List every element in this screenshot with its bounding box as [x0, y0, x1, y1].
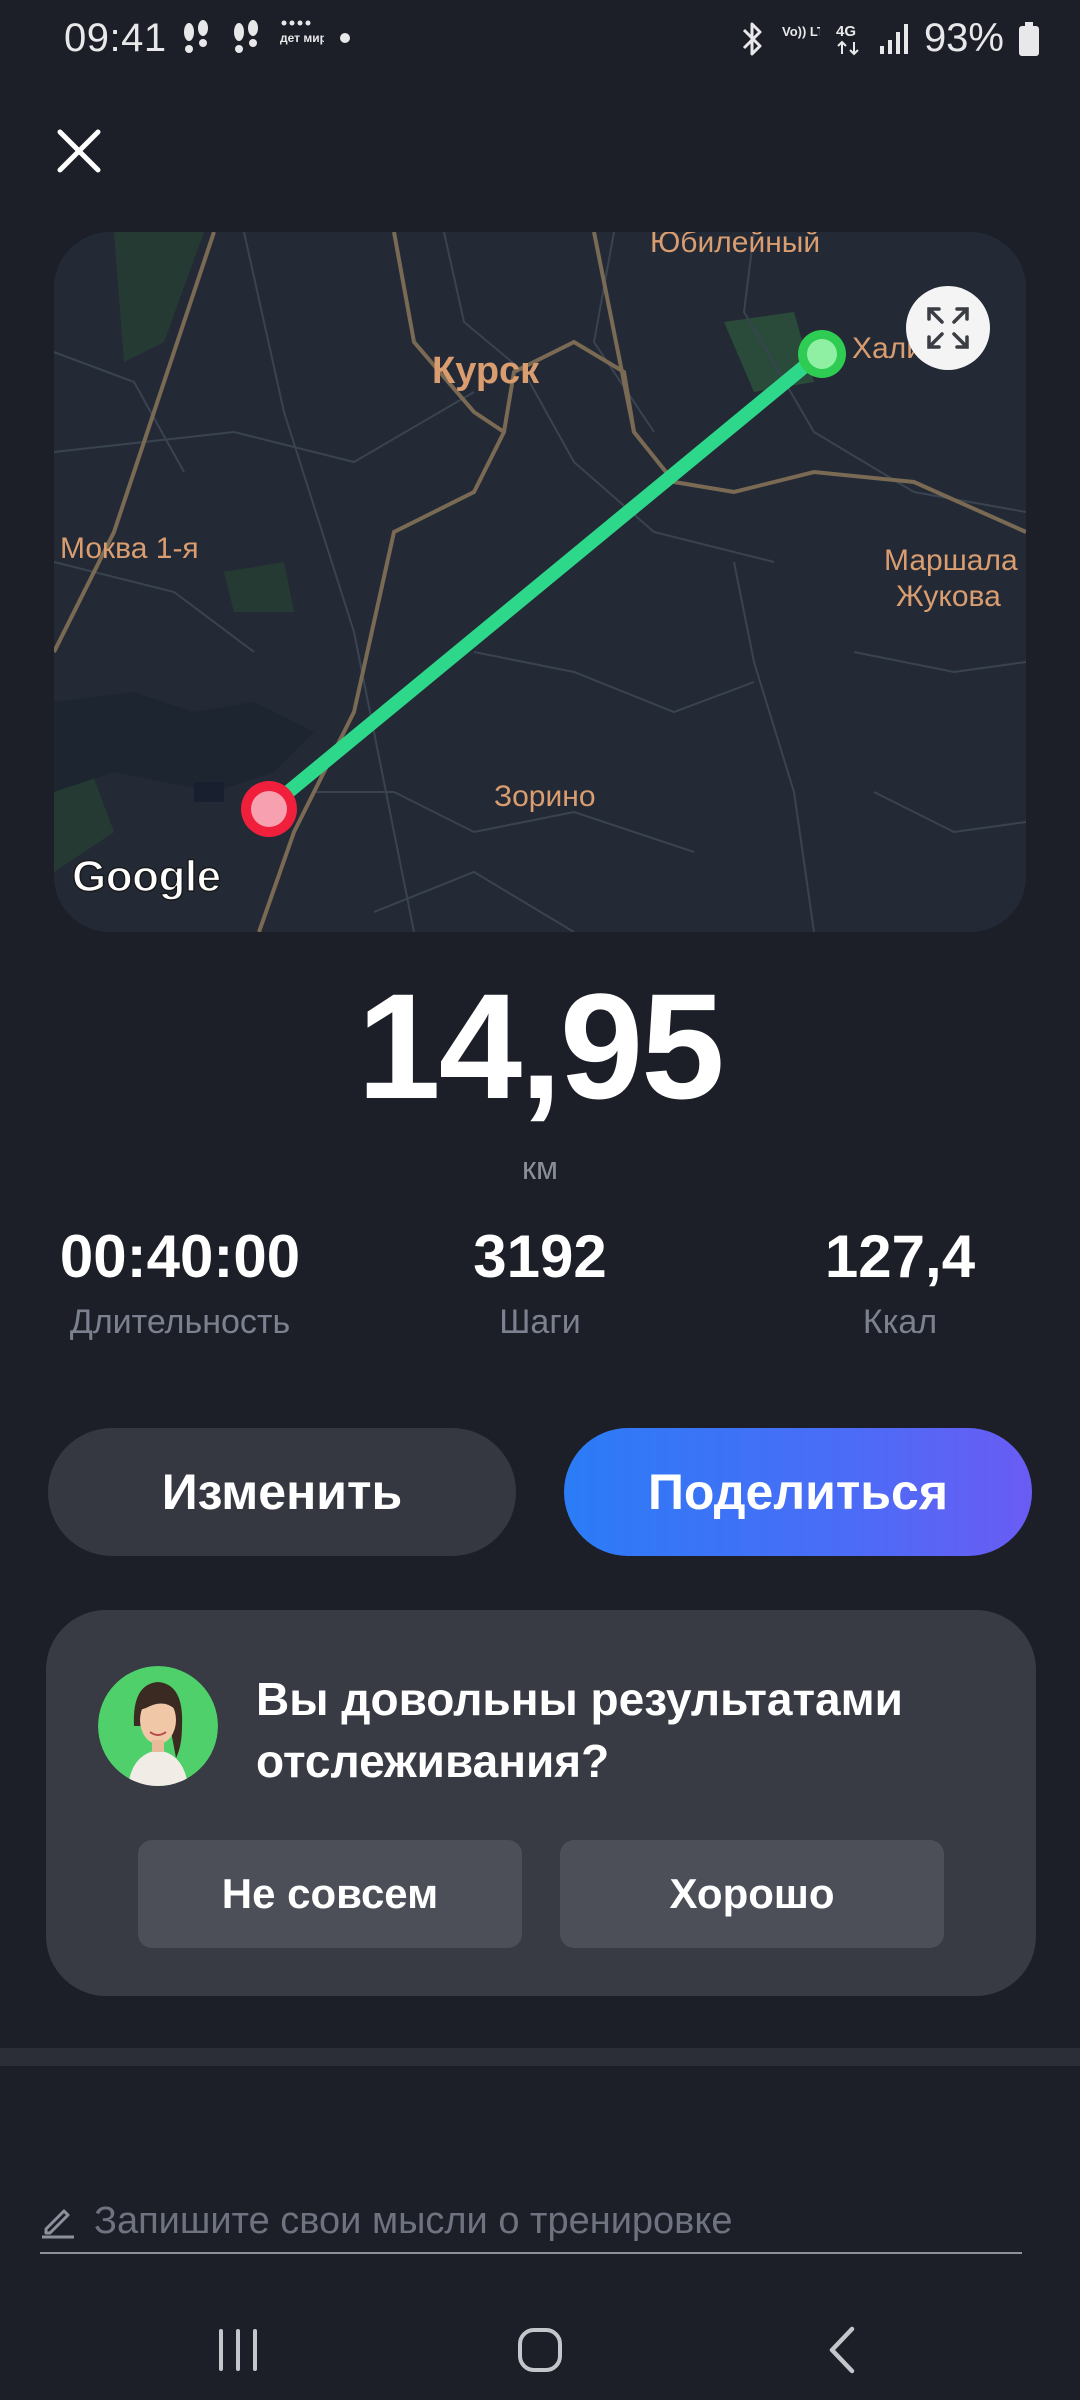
stat-calories: 127,4 Ккал: [720, 1222, 1080, 1342]
google-attribution: Google: [71, 851, 222, 902]
expand-icon: [927, 307, 969, 349]
distance-unit: км: [522, 1150, 558, 1186]
app-badge-label: дет мир: [280, 31, 324, 45]
map-label-mokva: Моква 1-я: [60, 532, 199, 565]
stat-value: 3192: [473, 1223, 607, 1290]
map-label-marshala: Маршала: [884, 544, 1018, 577]
steps-icon: [184, 20, 208, 53]
stat-label: Длительность: [69, 1303, 291, 1341]
stat-value: 00:40:00: [59, 1223, 301, 1290]
status-notification-icons: дет мир: [178, 18, 352, 58]
workout-summary-screen: 09:41 дет мир Vo)) L 4G 93% Юбилейный Ку…: [0, 0, 1080, 2400]
feedback-question: Вы довольны результатами отслеживания?: [256, 1673, 903, 1787]
pencil-icon: [42, 2209, 74, 2239]
expand-map-button[interactable]: [906, 286, 990, 370]
bluetooth-icon: [742, 22, 762, 55]
battery-percent: 93%: [923, 16, 1004, 60]
4g-icon: 4G: [836, 23, 859, 55]
dot-icon: [340, 33, 350, 43]
feedback-card: Вы довольны результатами отслеживания? Н…: [46, 1610, 1036, 1996]
workout-notes-field[interactable]: [40, 2190, 1022, 2254]
close-icon: [57, 129, 101, 173]
battery-icon: [1019, 21, 1039, 56]
stat-value: 127,4: [824, 1223, 976, 1290]
route-map[interactable]: Юбилейный Курск Хали Моква 1-я Маршала Ж…: [54, 232, 1026, 932]
share-button[interactable]: Поделиться: [564, 1428, 1032, 1556]
home-icon: [518, 2328, 562, 2372]
close-button[interactable]: [52, 124, 106, 178]
map-label-zorino: Зорино: [494, 780, 596, 813]
steps-icon: [234, 20, 258, 53]
map-label-kursk: Курск: [432, 350, 540, 392]
edit-button[interactable]: Изменить: [48, 1428, 516, 1556]
feedback-good-button[interactable]: Хорошо: [560, 1840, 944, 1948]
stat-duration: 00:40:00 Длительность: [0, 1222, 360, 1342]
status-time: 09:41: [64, 16, 167, 60]
distance-value: 14,95: [357, 962, 724, 1130]
system-nav-bar: [0, 2300, 1080, 2400]
signal-icon: [879, 23, 908, 54]
feedback-not-quite-button[interactable]: Не совсем: [138, 1840, 522, 1948]
network-label: 4G: [836, 23, 856, 40]
map-label-yubileyny: Юбилейный: [650, 232, 821, 259]
stat-steps: 3192 Шаги: [360, 1222, 720, 1342]
assistant-avatar: [98, 1666, 218, 1786]
status-bar: 09:41 дет мир Vo)) L 4G 93%: [0, 0, 1080, 80]
workout-notes-input[interactable]: [94, 2199, 1022, 2243]
recent-apps-icon: [219, 2329, 257, 2371]
section-divider: [0, 2048, 1080, 2066]
stat-label: Ккал: [862, 1303, 938, 1341]
back-button[interactable]: [782, 2300, 902, 2400]
map-label-zhukova: Жукова: [896, 580, 1001, 613]
workout-stats: 00:40:00 Длительность 3192 Шаги 127,4 Кк…: [0, 1222, 1080, 1362]
volte-icon: Vo)) LTE: [782, 24, 820, 39]
recent-apps-button[interactable]: [178, 2300, 298, 2400]
back-icon: [829, 2326, 855, 2374]
stat-label: Шаги: [499, 1303, 581, 1341]
status-system-icons: Vo)) LTE 4G 93%: [738, 16, 1040, 61]
volte-label: Vo)) LTE: [782, 24, 820, 39]
detmir-app-icon: дет мир: [280, 20, 324, 45]
home-button[interactable]: [480, 2300, 600, 2400]
